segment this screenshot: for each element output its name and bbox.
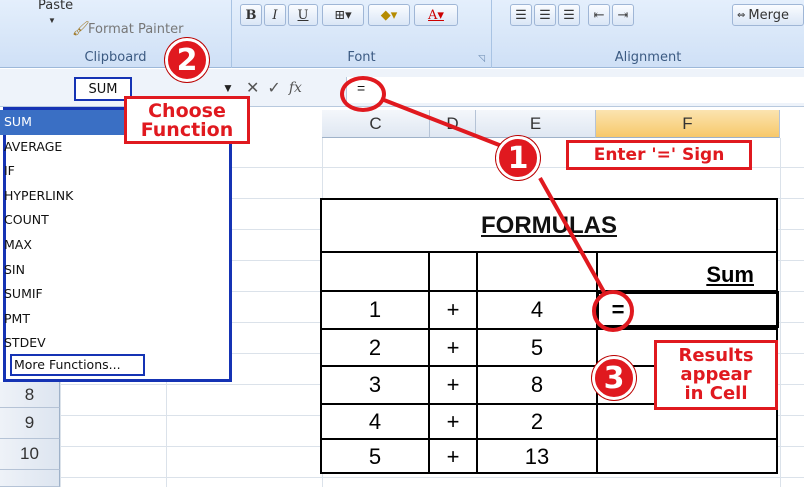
step-3-badge: 3 bbox=[592, 356, 636, 400]
step-3-line: appear bbox=[680, 363, 752, 385]
callout-connectors bbox=[383, 98, 606, 293]
step-2-badge: 2 bbox=[165, 38, 209, 82]
step-1-label: Enter '=' Sign bbox=[566, 140, 752, 170]
step-1-badge: 1 bbox=[496, 136, 540, 180]
step-3-label: Results appear in Cell bbox=[654, 340, 778, 410]
connector-line bbox=[383, 98, 513, 152]
highlight-ring-formula bbox=[340, 76, 386, 112]
highlight-ring-cell bbox=[592, 290, 634, 332]
step-2-line: Function bbox=[140, 119, 234, 141]
step-2-label: Choose Function bbox=[124, 96, 250, 144]
connector-line bbox=[538, 177, 606, 293]
step-3-line: in Cell bbox=[684, 382, 748, 404]
